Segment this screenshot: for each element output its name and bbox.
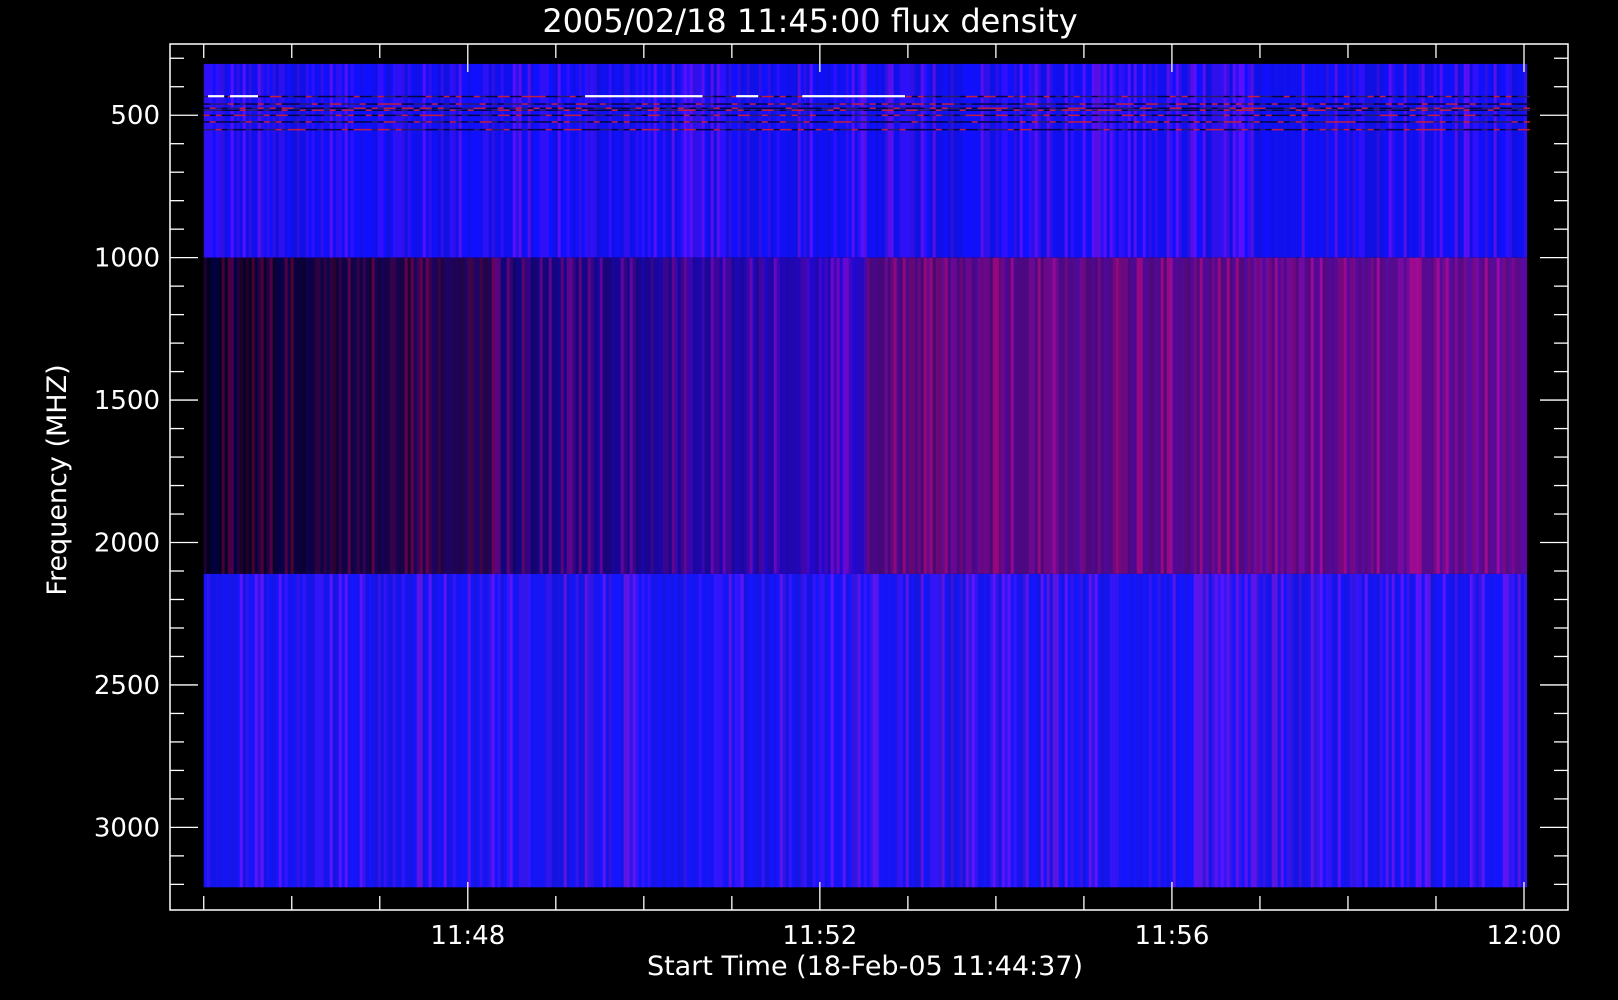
y-tick-label: 500 [110,101,160,131]
chart-title: 2005/02/18 11:45:00 flux density [542,2,1077,40]
y-tick-label: 2000 [94,529,160,559]
gap-segment [736,95,759,98]
x-tick-label: 11:52 [782,921,857,951]
x-tick-label: 12:00 [1487,921,1562,951]
gap-segment [230,95,258,98]
gap-segment [208,95,225,98]
band-high [203,573,1528,888]
y-tick-label: 2500 [94,671,160,701]
x-tick-label: 11:48 [430,921,505,951]
y-tick-label: 1500 [94,386,160,416]
band-mid [203,257,1528,574]
gap-segment [802,95,905,98]
y-tick-label: 3000 [94,813,160,843]
spectrogram-chart: 500 1000 1500 2000 2500 3000 11:48 11:52 11:56 12… [0,0,1618,1000]
y-tick-label: 1000 [94,244,160,274]
spectrogram-image [203,63,1530,888]
x-tick-label: 11:56 [1134,921,1209,951]
x-axis-label: Start Time (18-Feb-05 11:44:37) [647,951,1083,982]
band-low [203,63,1528,258]
y-axis-label: Frequency (MHZ) [42,364,73,595]
gap-segment [585,95,703,98]
